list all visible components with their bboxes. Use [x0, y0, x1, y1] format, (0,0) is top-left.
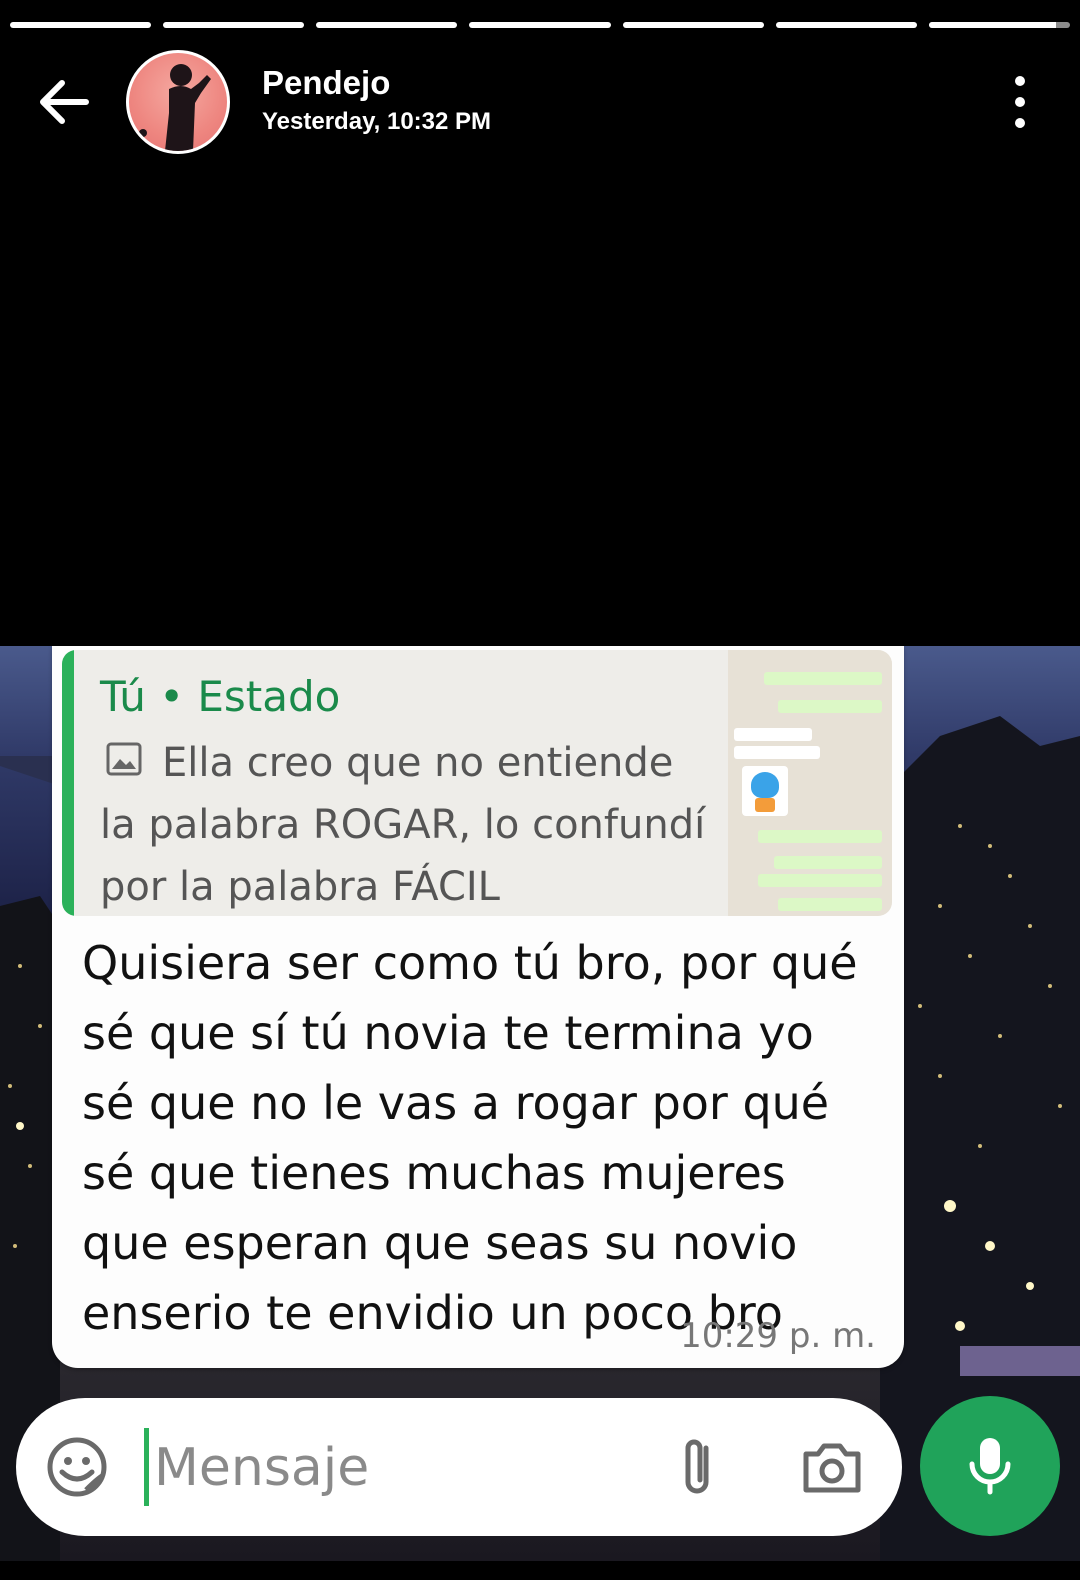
more-options-button[interactable] — [1000, 76, 1040, 128]
story-progress-fill — [163, 22, 305, 28]
story-progress-segment — [316, 22, 458, 28]
story-progress-segment — [163, 22, 305, 28]
story-progress-fill — [10, 22, 152, 28]
story-progress-fill — [316, 22, 458, 28]
emoji-icon[interactable] — [46, 1436, 108, 1498]
story-progress-fill — [622, 22, 764, 28]
quote-thumbnail — [728, 650, 892, 916]
thumbnail-chat-line — [734, 728, 812, 741]
thumbnail-chat-line — [734, 746, 820, 759]
paperclip-icon[interactable] — [672, 1434, 722, 1500]
arrow-left-icon — [40, 80, 89, 124]
message-input[interactable] — [152, 1424, 656, 1512]
thumbnail-chat-line — [764, 672, 882, 685]
avatar[interactable] — [126, 50, 230, 154]
thumbnail-chat-line — [758, 874, 882, 887]
story-progress-segment — [469, 22, 611, 28]
back-button[interactable] — [34, 72, 94, 132]
camera-icon[interactable] — [800, 1438, 864, 1496]
story-image: Tú • Estado Ella creo que no entiende la… — [0, 646, 1080, 1561]
thumbnail-chat-line — [778, 700, 882, 713]
text-cursor — [144, 1428, 149, 1506]
more-vertical-icon-dot — [1015, 97, 1025, 107]
quoted-status[interactable]: Tú • Estado Ella creo que no entiende la… — [62, 650, 892, 916]
story-progress-segment — [622, 22, 764, 28]
thumbnail-chat-line — [774, 856, 882, 869]
contact-name[interactable]: Pendejo — [262, 64, 390, 102]
microphone-button[interactable] — [920, 1396, 1060, 1536]
more-vertical-icon-dot — [1015, 76, 1025, 86]
thumbnail-sticker — [742, 766, 788, 816]
story-progress — [10, 22, 1070, 28]
quote-text: Ella creo que no entiende la palabra ROG… — [100, 740, 706, 910]
story-progress-segment — [10, 22, 152, 28]
message-bubble[interactable]: Tú • Estado Ella creo que no entiende la… — [52, 646, 904, 1368]
story-progress-fill — [775, 22, 917, 28]
message-text: Quisiera ser como tú bro, por qué sé que… — [82, 936, 858, 1340]
story-progress-segment — [928, 22, 1070, 28]
thumbnail-chat-line — [778, 898, 882, 911]
message-input-bar — [16, 1398, 902, 1536]
quote-accent-bar — [62, 650, 74, 916]
quote-author: Tú • Estado — [100, 672, 341, 721]
story-progress-segment — [775, 22, 917, 28]
more-vertical-icon-dot — [1015, 118, 1025, 128]
story-progress-fill — [469, 22, 611, 28]
story-progress-fill — [928, 22, 1056, 28]
thumbnail-chat-line — [758, 830, 882, 843]
avatar-silhouette — [139, 64, 211, 151]
microphone-icon — [969, 1438, 1011, 1495]
story-timestamp: Yesterday, 10:32 PM — [262, 108, 492, 135]
message-time: 10:29 p. m. — [680, 1316, 876, 1356]
